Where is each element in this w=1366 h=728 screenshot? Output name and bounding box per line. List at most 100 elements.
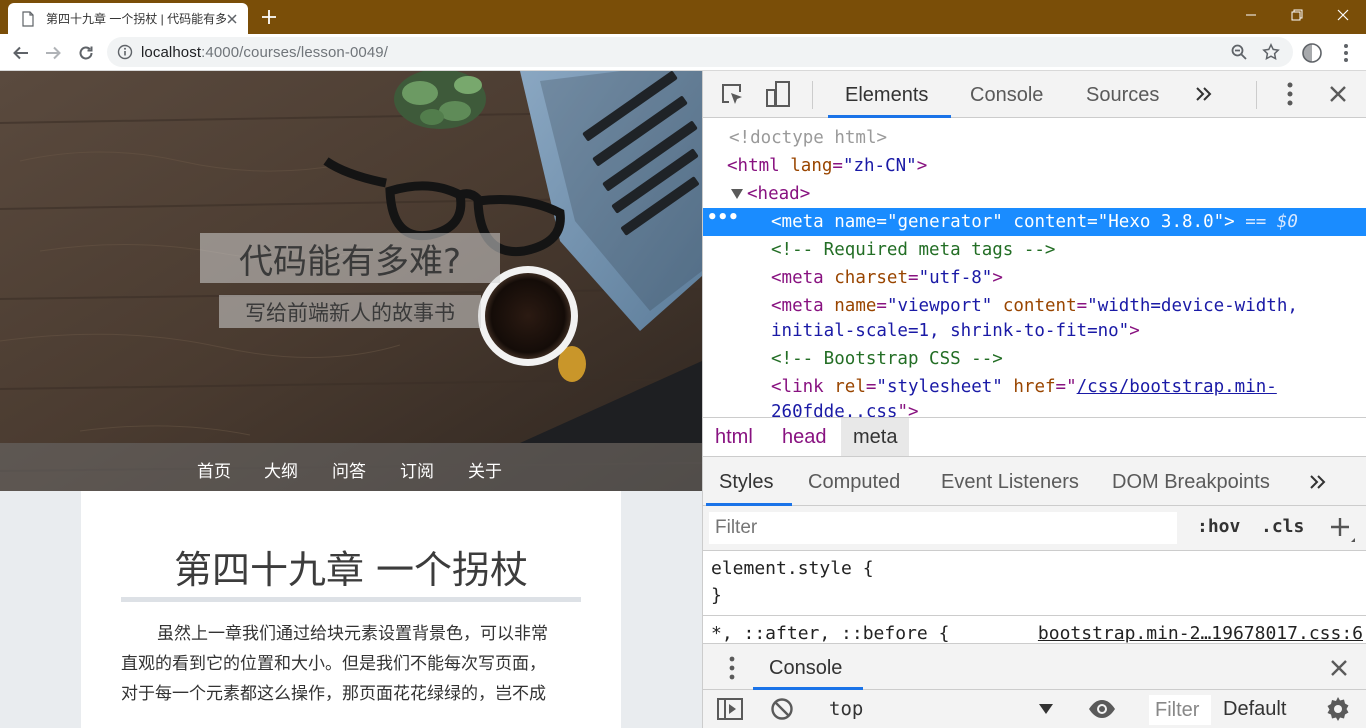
minimize-icon: [1246, 14, 1256, 16]
styles-filter-bar: :hov .cls: [703, 506, 1366, 551]
dom-node-html[interactable]: <html lang="zh-CN">: [703, 152, 1366, 180]
article-title: 第四十九章 一个拐杖: [173, 548, 529, 592]
console-toolbar: top Filter Default: [703, 690, 1366, 728]
dom-node-meta-generator[interactable]: ••• <meta name="generator" content="Hexo …: [703, 208, 1366, 236]
minimize-button[interactable]: [1228, 0, 1274, 30]
execution-context-select[interactable]: top: [829, 698, 863, 720]
restore-icon: [1291, 9, 1303, 21]
browser-tab[interactable]: 第四十九章 一个拐杖 | 代码能有多难？: [8, 3, 248, 34]
dom-node-head[interactable]: <head>: [703, 180, 1366, 208]
new-rule-icon[interactable]: [1327, 514, 1357, 544]
tab-elements[interactable]: Elements: [845, 84, 928, 107]
head-tag-name: head: [757, 184, 800, 204]
paragraph-line: 虽然上一章我们通过给块元素设置背景色，可以非常: [157, 624, 548, 644]
hero-section: 代码能有多难? 写给前端新人的故事书 首页 大纲 问答 订阅 关于: [0, 71, 702, 491]
device-toolbar-button[interactable]: [764, 80, 792, 108]
tab-console[interactable]: Console: [970, 84, 1043, 107]
node-actions-ellipsis[interactable]: •••: [707, 204, 739, 232]
dom-node-link[interactable]: <link rel="stylesheet" href="/css/bootst…: [703, 373, 1366, 401]
back-arrow-icon: [13, 46, 28, 60]
stylesheet-link-cont[interactable]: 260fdde..css: [771, 402, 897, 417]
drawer-tab-console[interactable]: Console: [769, 657, 842, 680]
dom-node-comment[interactable]: <!-- Bootstrap CSS -->: [703, 345, 1366, 373]
breadcrumb-meta[interactable]: meta: [841, 418, 910, 456]
close-devtools-button[interactable]: [1324, 80, 1352, 108]
hero-subtitle: 写给前端新人的故事书: [219, 295, 481, 328]
nav-about[interactable]: 关于: [468, 457, 502, 482]
dom-node-meta-charset[interactable]: <meta charset="utf-8">: [703, 264, 1366, 292]
close-icon: [1330, 86, 1346, 102]
title-divider: [121, 597, 581, 602]
rule-divider: [703, 615, 1366, 616]
nav-outline[interactable]: 大纲: [264, 457, 298, 482]
styles-pane-tabs: Styles Computed Event Listeners DOM Brea…: [703, 457, 1366, 506]
url-host: localhost: [141, 44, 202, 61]
toolbar-separator: [1256, 81, 1257, 109]
doctype-text: <!doctype html>: [729, 128, 888, 148]
reload-button[interactable]: [75, 42, 97, 64]
expand-triangle-icon[interactable]: [731, 189, 743, 199]
tab-styles[interactable]: Styles: [719, 471, 773, 494]
live-expression-eye-icon[interactable]: [1087, 698, 1117, 720]
meta-name-value: "generator": [886, 212, 1003, 232]
tab-dom-breakpoints[interactable]: DOM Breakpoints: [1112, 471, 1270, 494]
bookmark-star-icon[interactable]: [1262, 43, 1280, 61]
new-tab-icon[interactable]: [260, 8, 278, 26]
forward-button[interactable]: [42, 42, 64, 64]
profile-icon[interactable]: [1301, 42, 1323, 64]
comment-text: <!-- Required meta tags -->: [771, 240, 1056, 260]
dropdown-arrow-icon[interactable]: [1039, 704, 1053, 714]
more-tabs-button[interactable]: [1189, 80, 1217, 108]
comment-text: <!-- Bootstrap CSS -->: [771, 349, 1003, 369]
close-tab-icon[interactable]: [224, 11, 240, 27]
nav-subscribe[interactable]: 订阅: [400, 457, 434, 482]
dom-node-comment[interactable]: <!-- Required meta tags -->: [703, 236, 1366, 264]
log-levels-dropdown[interactable]: Default: [1223, 698, 1286, 721]
link-rel-value: "stylesheet": [876, 377, 1003, 397]
url-path: :4000/courses/lesson-0049/: [201, 44, 388, 61]
dom-node-meta-viewport[interactable]: <meta name="viewport" content="width=dev…: [703, 292, 1366, 320]
tab-title: 第四十九章 一个拐杖 | 代码能有多难？: [46, 12, 226, 26]
rule-source-link[interactable]: bootstrap.min-2…19678017.css:6: [1038, 623, 1363, 644]
console-filter-input[interactable]: Filter: [1149, 695, 1211, 725]
inspect-icon: [722, 84, 742, 104]
active-tab-indicator: [828, 115, 951, 118]
inspect-element-button[interactable]: [718, 80, 746, 108]
close-drawer-icon[interactable]: [1329, 658, 1349, 678]
tab-computed[interactable]: Computed: [808, 471, 900, 494]
tab-sources[interactable]: Sources: [1086, 84, 1159, 107]
chevron-double-right-icon[interactable]: [1307, 472, 1327, 492]
article-card: 第四十九章 一个拐杖 虽然上一章我们通过给块元素设置背景色，可以非常 直观的看到…: [81, 491, 621, 728]
page-viewport: 代码能有多难? 写给前端新人的故事书 首页 大纲 问答 订阅 关于 第四十九章 …: [0, 71, 702, 728]
device-mode-icon: [766, 81, 790, 107]
stylesheet-link[interactable]: /css/bootstrap.min-: [1077, 377, 1277, 397]
nav-home[interactable]: 首页: [197, 457, 231, 482]
style-rules: element.style { } *, ::after, ::before {…: [703, 551, 1366, 644]
title-bar: 第四十九章 一个拐杖 | 代码能有多难？: [0, 0, 1366, 34]
breadcrumb-head[interactable]: head: [770, 418, 839, 456]
hover-state-toggle[interactable]: :hov: [1197, 516, 1240, 537]
drawer-header: Console: [703, 644, 1366, 690]
dom-node-doctype[interactable]: <!doctype html>: [703, 124, 1366, 152]
element-style-selector[interactable]: element.style {: [711, 558, 874, 579]
info-icon[interactable]: [117, 44, 133, 60]
viewport-content-value: "width=device-width,: [1087, 296, 1298, 316]
chrome-menu-icon[interactable]: [1336, 42, 1356, 64]
tab-event-listeners[interactable]: Event Listeners: [941, 471, 1079, 494]
rule-close-brace: }: [711, 585, 722, 606]
back-button[interactable]: [10, 42, 32, 64]
clear-console-icon[interactable]: [770, 697, 794, 721]
sidebar-toggle-icon[interactable]: [717, 697, 743, 721]
close-window-button[interactable]: [1320, 0, 1366, 30]
restore-button[interactable]: [1274, 0, 1320, 30]
breadcrumb-html[interactable]: html: [703, 418, 765, 456]
styles-filter-input[interactable]: [709, 512, 1177, 544]
devtools-menu-button[interactable]: [1276, 80, 1304, 108]
address-bar[interactable]: localhost:4000/courses/lesson-0049/: [107, 37, 1293, 67]
class-toggle[interactable]: .cls: [1261, 516, 1304, 537]
drawer-menu-icon[interactable]: [729, 656, 735, 680]
gear-icon[interactable]: [1325, 696, 1351, 722]
zoom-icon[interactable]: [1230, 43, 1248, 61]
universal-selector[interactable]: *, ::after, ::before {: [711, 623, 949, 644]
nav-qa[interactable]: 问答: [332, 457, 366, 482]
